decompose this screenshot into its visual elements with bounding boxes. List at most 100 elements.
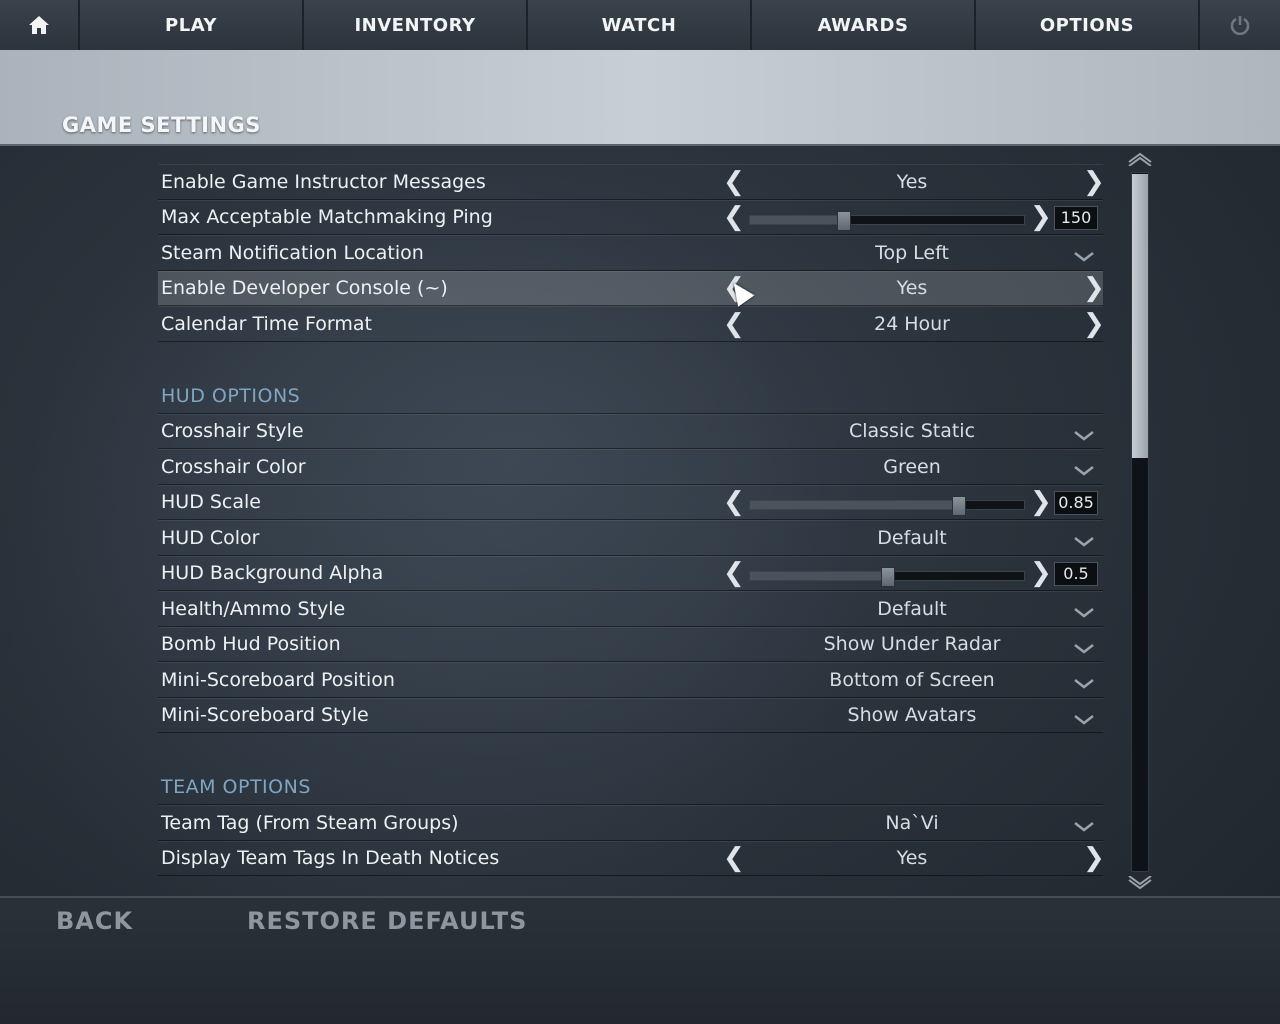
tab-play[interactable]: PLAY <box>80 0 304 50</box>
chevron-down-icon[interactable] <box>1073 464 1095 478</box>
slider-thumb[interactable] <box>952 495 967 516</box>
chevron-right-icon[interactable]: ❯ <box>1083 311 1105 337</box>
setting-label: Steam Notification Location <box>161 241 424 264</box>
chevron-down-icon[interactable] <box>1073 642 1095 656</box>
tab-options[interactable]: OPTIONS <box>976 0 1200 50</box>
section-title: TEAM OPTIONS <box>161 776 311 798</box>
tab-awards[interactable]: AWARDS <box>752 0 976 50</box>
chevron-down-icon[interactable] <box>1073 429 1095 443</box>
back-button[interactable]: BACK <box>56 907 133 935</box>
setting-value[interactable]: Green <box>738 456 1086 478</box>
setting-label: Mini-Scoreboard Style <box>161 704 369 727</box>
setting-label: Team Tag (From Steam Groups) <box>161 811 459 834</box>
setting-label: HUD Background Alpha <box>161 562 384 585</box>
team-options-section-header: TEAM OPTIONS <box>158 768 1103 805</box>
chevron-down-icon[interactable] <box>1073 535 1095 549</box>
setting-row-hud-color[interactable]: HUD Color Default <box>158 520 1103 556</box>
slider-fill <box>750 500 959 509</box>
setting-row-hud-scale[interactable]: HUD Scale ❮ ❯ 0.85 <box>158 484 1103 520</box>
home-icon <box>29 16 49 34</box>
tab-watch[interactable]: WATCH <box>528 0 752 50</box>
setting-row-crosshair-style[interactable]: Crosshair Style Classic Static <box>158 413 1103 449</box>
setting-label: Max Acceptable Matchmaking Ping <box>161 206 493 229</box>
setting-row-health-ammo-style[interactable]: Health/Ammo Style Default <box>158 591 1103 627</box>
setting-value[interactable]: Bottom of Screen <box>738 669 1086 691</box>
setting-value[interactable]: Show Avatars <box>738 704 1086 726</box>
chevron-down-icon[interactable] <box>1073 606 1095 620</box>
chevron-right-icon[interactable]: ❯ <box>1030 560 1052 586</box>
slider-track[interactable] <box>749 210 1025 231</box>
chevron-right-icon[interactable]: ❯ <box>1083 845 1105 871</box>
slider-thumb[interactable] <box>881 566 895 587</box>
chevron-left-icon[interactable]: ❮ <box>723 489 745 515</box>
chevron-left-icon[interactable]: ❮ <box>723 560 745 586</box>
slider-track[interactable] <box>749 495 1025 516</box>
setting-label: Calendar Time Format <box>161 312 372 335</box>
setting-row-mini-scoreboard-position[interactable]: Mini-Scoreboard Position Bottom of Screen <box>158 662 1103 698</box>
scrollbar-thumb[interactable] <box>1132 174 1148 458</box>
setting-label: Mini-Scoreboard Position <box>161 668 395 691</box>
setting-row-hud-background-alpha[interactable]: HUD Background Alpha ❮ ❯ 0.5 <box>158 555 1103 591</box>
page-title: GAME SETTINGS <box>62 113 261 137</box>
scroll-up-icon[interactable] <box>1126 150 1154 166</box>
chevron-down-icon[interactable] <box>1073 820 1095 834</box>
slider-fill <box>750 571 887 580</box>
setting-row-enable-game-instructor-messages[interactable]: Enable Game Instructor Messages ❮ Yes ❯ <box>158 164 1105 200</box>
footer <box>0 898 1280 1024</box>
slider-track[interactable] <box>749 566 1025 587</box>
setting-label: Enable Game Instructor Messages <box>161 170 486 193</box>
setting-value: Yes <box>896 847 928 870</box>
chevron-down-icon[interactable] <box>1073 250 1095 264</box>
setting-value[interactable]: Classic Static <box>738 420 1086 442</box>
setting-label: Crosshair Color <box>161 455 306 478</box>
slider-fill <box>750 215 844 224</box>
setting-row-steam-notification-location[interactable]: Steam Notification Location Top Left <box>158 235 1103 271</box>
setting-value[interactable]: Default <box>738 527 1086 549</box>
setting-value: Yes <box>896 170 928 193</box>
power-button[interactable] <box>1200 0 1280 50</box>
settings-list: Enable Game Instructor Messages ❮ Yes ❯ Max … <box>158 164 1105 876</box>
setting-label: Health/Ammo Style <box>161 597 346 620</box>
setting-row-bomb-hud-position[interactable]: Bomb Hud Position Show Under Radar <box>158 626 1103 662</box>
setting-value: 24 Hour <box>874 312 950 335</box>
chevron-left-icon[interactable]: ❮ <box>723 204 745 230</box>
setting-label: HUD Color <box>161 526 260 549</box>
slider-value-box[interactable]: 0.5 <box>1054 561 1098 586</box>
setting-row-team-tag-from-steam-groups[interactable]: Team Tag (From Steam Groups) Na`Vi <box>158 805 1103 841</box>
setting-value[interactable]: Top Left <box>738 242 1086 264</box>
setting-label: HUD Scale <box>161 491 261 514</box>
chevron-right-icon[interactable]: ❯ <box>1083 275 1105 301</box>
slider-value-box[interactable]: 150 <box>1054 205 1098 230</box>
chevron-right-icon[interactable]: ❯ <box>1083 169 1105 195</box>
home-button[interactable] <box>0 0 80 50</box>
setting-label: Enable Developer Console (~) <box>161 277 448 300</box>
setting-value: Yes <box>896 277 928 300</box>
setting-row-display-team-tags-in-death-notices[interactable]: Display Team Tags In Death Notices ❮ Yes ❯ <box>158 840 1105 876</box>
setting-row-enable-developer-console[interactable]: Enable Developer Console (~) ❮ Yes ❯ <box>158 270 1105 306</box>
hud-options-section-header: HUD OPTIONS <box>158 377 1103 414</box>
slider-thumb[interactable] <box>837 210 852 231</box>
scroll-down-icon[interactable] <box>1126 876 1154 892</box>
setting-row-calendar-time-format[interactable]: Calendar Time Format ❮ 24 Hour ❯ <box>158 306 1105 342</box>
section-title: HUD OPTIONS <box>161 384 301 407</box>
setting-label: Bomb Hud Position <box>161 633 341 656</box>
setting-row-crosshair-color[interactable]: Crosshair Color Green <box>158 449 1103 485</box>
setting-row-mini-scoreboard-style[interactable]: Mini-Scoreboard Style Show Avatars <box>158 697 1103 733</box>
chevron-down-icon[interactable] <box>1073 677 1095 691</box>
power-icon <box>1230 16 1250 36</box>
chevron-down-icon[interactable] <box>1073 713 1095 727</box>
setting-value[interactable]: Na`Vi <box>738 812 1086 834</box>
top-nav: PLAY INVENTORY WATCH AWARDS OPTIONS <box>0 0 1280 50</box>
restore-defaults-button[interactable]: RESTORE DEFAULTS <box>247 907 527 935</box>
setting-value[interactable]: Default <box>738 598 1086 620</box>
setting-value[interactable]: Show Under Radar <box>738 633 1086 655</box>
tab-inventory[interactable]: INVENTORY <box>304 0 528 50</box>
setting-label: Crosshair Style <box>161 420 304 443</box>
chevron-right-icon[interactable]: ❯ <box>1030 489 1052 515</box>
chevron-right-icon[interactable]: ❯ <box>1030 204 1052 230</box>
setting-label: Display Team Tags In Death Notices <box>161 847 500 870</box>
slider-value-box[interactable]: 0.85 <box>1054 490 1098 515</box>
setting-row-max-acceptable-matchmaking-ping[interactable]: Max Acceptable Matchmaking Ping ❮ ❯ 150 <box>158 199 1103 235</box>
